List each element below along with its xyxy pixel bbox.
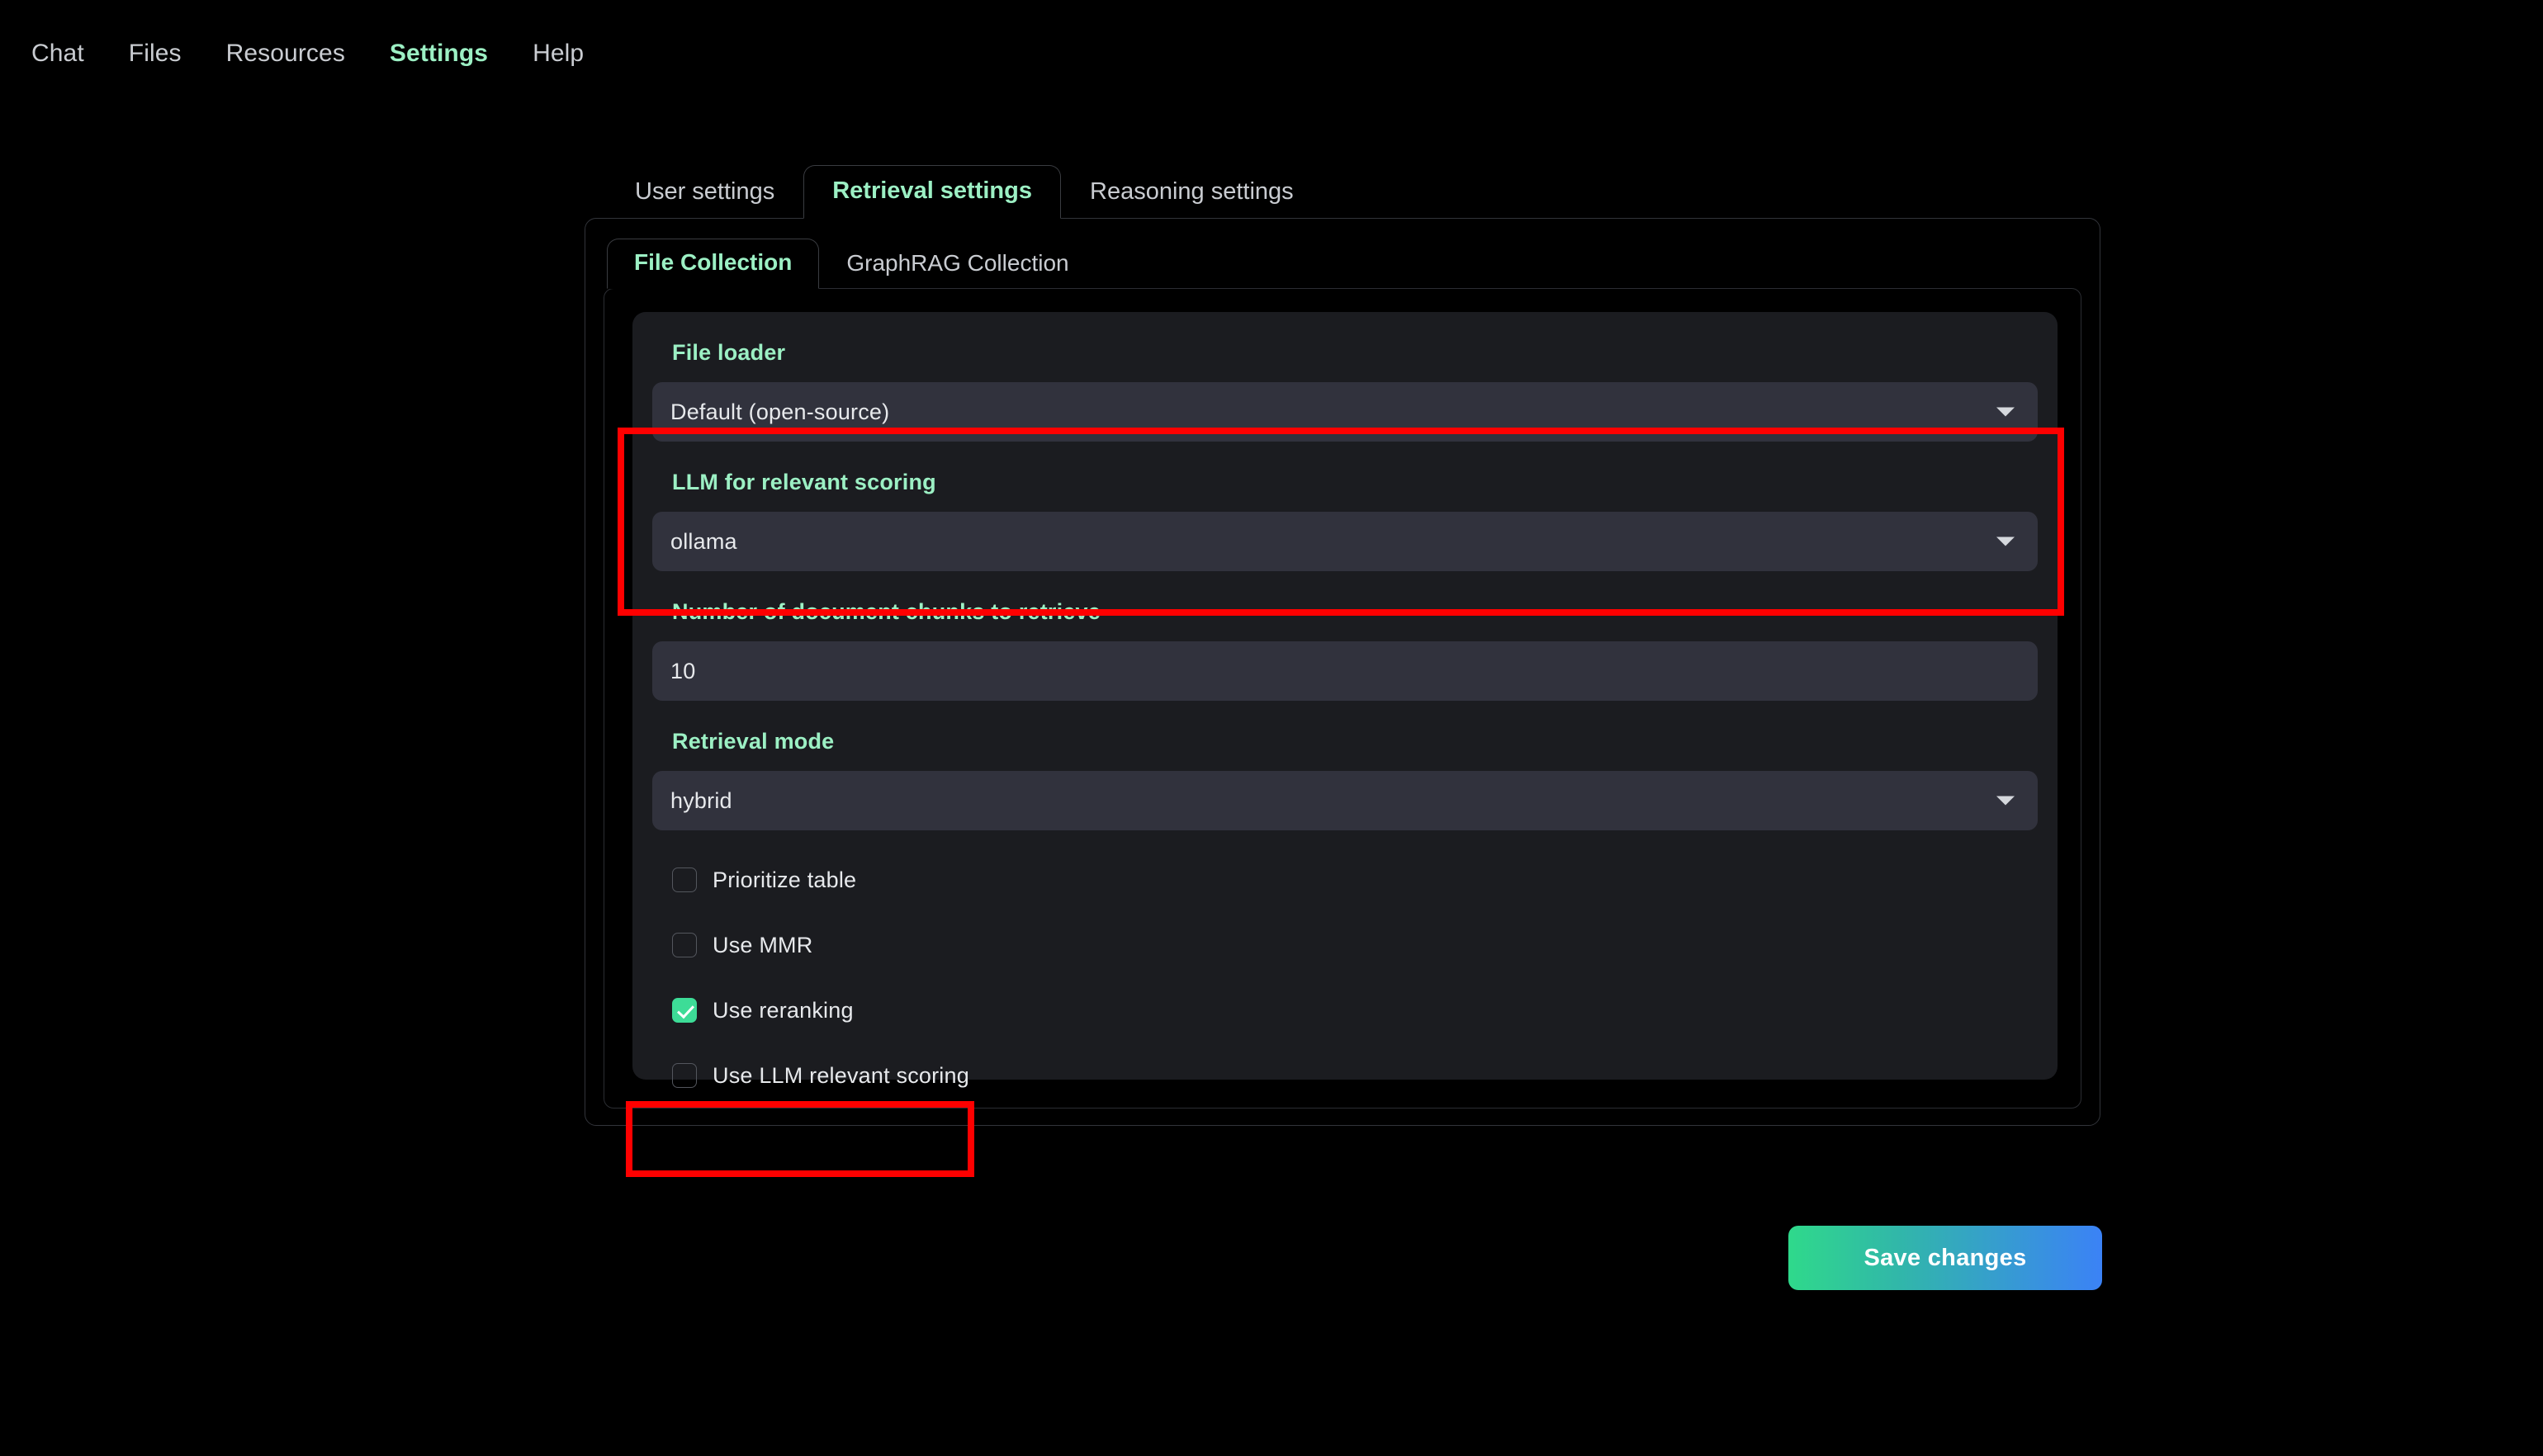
tab-reasoning-settings[interactable]: Reasoning settings [1061, 166, 1323, 219]
checkbox-label-prioritize-table: Prioritize table [713, 867, 857, 892]
checkbox-use-mmr[interactable] [672, 933, 697, 957]
checkbox-use-reranking[interactable] [672, 998, 697, 1023]
checkbox-use-llm-relevant-scoring[interactable] [672, 1063, 697, 1088]
checkbox-row-use-reranking[interactable]: Use reranking [652, 989, 2038, 1032]
file-collection-panel: File loader Default (open-source) LLM fo… [604, 288, 2081, 1109]
chunks-value[interactable]: 10 [670, 659, 695, 684]
llm-scoring-select[interactable]: ollama [652, 512, 2038, 571]
settings-tabbar: User settings Retrieval settings Reasoni… [585, 165, 2100, 219]
retrieval-mode-label: Retrieval mode [672, 729, 835, 754]
chevron-down-icon [1996, 407, 2015, 417]
llm-scoring-value: ollama [670, 528, 737, 554]
checkbox-prioritize-table[interactable] [672, 867, 697, 892]
chevron-down-icon [1996, 537, 2015, 546]
tab-graphrag-collection[interactable]: GraphRAG Collection [819, 239, 1096, 289]
checkbox-label-use-llm-relevant-scoring: Use LLM relevant scoring [713, 1062, 969, 1088]
chunks-field[interactable]: 10 [652, 641, 2038, 701]
collection-tabbar: File Collection GraphRAG Collection [585, 237, 2100, 289]
checkbox-row-use-llm-relevant-scoring[interactable]: Use LLM relevant scoring [652, 1054, 2038, 1097]
file-loader-value: Default (open-source) [670, 399, 890, 424]
nav-item-resources[interactable]: Resources [226, 40, 345, 68]
chevron-down-icon [1996, 796, 2015, 806]
tab-file-collection[interactable]: File Collection [607, 239, 820, 289]
nav-item-files[interactable]: Files [129, 40, 182, 68]
retrieval-settings-card: File loader Default (open-source) LLM fo… [632, 312, 2058, 1088]
checkbox-label-use-reranking: Use reranking [713, 997, 854, 1023]
file-loader-label: File loader [672, 340, 786, 365]
checkbox-row-use-mmr[interactable]: Use MMR [652, 924, 2038, 967]
tab-retrieval-settings[interactable]: Retrieval settings [803, 165, 1061, 219]
tab-user-settings[interactable]: User settings [606, 166, 803, 219]
save-changes-button[interactable]: Save changes [1788, 1226, 2102, 1290]
chunks-label: Number of document chunks to retrieve [672, 599, 1101, 624]
retrieval-settings-panel: File Collection GraphRAG Collection File… [585, 218, 2100, 1126]
checkbox-row-prioritize-table[interactable]: Prioritize table [652, 858, 2038, 901]
nav-item-chat[interactable]: Chat [31, 40, 84, 68]
nav-item-settings[interactable]: Settings [390, 40, 488, 68]
settings-shell: User settings Retrieval settings Reasoni… [585, 165, 2100, 1197]
llm-scoring-label: LLM for relevant scoring [672, 470, 936, 494]
checkbox-label-use-mmr: Use MMR [713, 932, 813, 957]
top-navigation: Chat Files Resources Settings Help [0, 0, 2543, 86]
nav-item-help[interactable]: Help [533, 40, 584, 68]
retrieval-mode-value: hybrid [670, 787, 732, 813]
retrieval-mode-select[interactable]: hybrid [652, 771, 2038, 830]
file-loader-select[interactable]: Default (open-source) [652, 382, 2038, 442]
